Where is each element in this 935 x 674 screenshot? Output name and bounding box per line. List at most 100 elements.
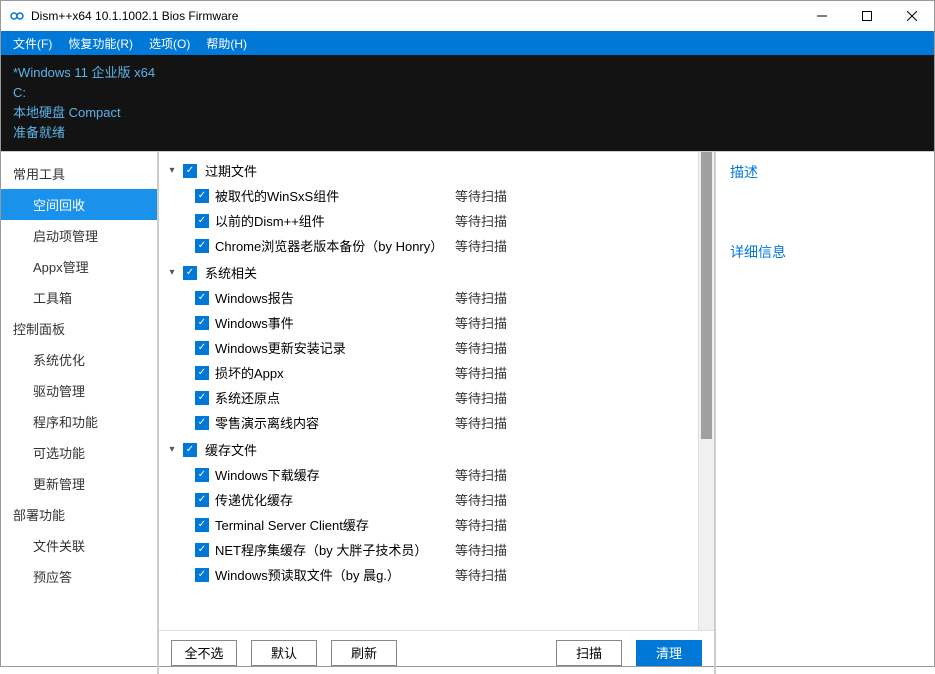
info-panel: *Windows 11 企业版 x64 C: 本地硬盘 Compact 准备就绪 xyxy=(1,55,934,151)
nav-item[interactable]: 空间回收 xyxy=(1,189,157,220)
tree-item[interactable]: 零售演示离线内容等待扫描 xyxy=(165,410,698,435)
tree-group-header[interactable]: ▾ 缓存文件 xyxy=(165,437,698,462)
item-label: 系统还原点 xyxy=(215,388,455,407)
tree-item[interactable]: 传递优化缓存等待扫描 xyxy=(165,487,698,512)
collapse-icon[interactable]: ▾ xyxy=(165,444,179,455)
collapse-icon[interactable]: ▾ xyxy=(165,267,179,278)
nav-item[interactable]: 程序和功能 xyxy=(1,406,157,437)
scrollbar-thumb[interactable] xyxy=(701,152,712,439)
item-status: 等待扫描 xyxy=(455,338,555,357)
nav-item[interactable]: 启动项管理 xyxy=(1,220,157,251)
item-status: 等待扫描 xyxy=(455,515,555,534)
right-panel: 描述 详细信息 xyxy=(714,152,934,674)
menu-item-3[interactable]: 帮助(H) xyxy=(198,31,255,55)
item-label: 以前的Dism++组件 xyxy=(215,211,455,230)
tree-item[interactable]: Windows报告等待扫描 xyxy=(165,285,698,310)
os-info: *Windows 11 企业版 x64 xyxy=(13,63,934,83)
item-checkbox[interactable] xyxy=(195,239,209,253)
group-checkbox[interactable] xyxy=(183,266,197,280)
item-checkbox[interactable] xyxy=(195,391,209,405)
item-checkbox[interactable] xyxy=(195,568,209,582)
maximize-button[interactable] xyxy=(844,1,889,31)
nav-item[interactable]: 驱动管理 xyxy=(1,375,157,406)
nav-item[interactable]: 可选功能 xyxy=(1,437,157,468)
refresh-button[interactable]: 刷新 xyxy=(331,640,397,666)
collapse-icon[interactable]: ▾ xyxy=(165,165,179,176)
item-checkbox[interactable] xyxy=(195,416,209,430)
item-checkbox[interactable] xyxy=(195,341,209,355)
group-checkbox[interactable] xyxy=(183,164,197,178)
item-label: Windows事件 xyxy=(215,313,455,332)
tree-group-header[interactable]: ▾系统相关 xyxy=(165,260,698,285)
drive-info: C: xyxy=(13,83,934,103)
tree-item[interactable]: 损坏的Appx等待扫描 xyxy=(165,360,698,385)
menubar: 文件(F)恢复功能(R)选项(O)帮助(H) xyxy=(1,31,934,55)
item-status: 等待扫描 xyxy=(455,313,555,332)
item-checkbox[interactable] xyxy=(195,189,209,203)
item-status: 等待扫描 xyxy=(455,363,555,382)
item-status: 等待扫描 xyxy=(455,236,555,255)
item-status: 等待扫描 xyxy=(455,413,555,432)
minimize-button[interactable] xyxy=(799,1,844,31)
item-checkbox[interactable] xyxy=(195,493,209,507)
tree-item[interactable]: 系统还原点等待扫描 xyxy=(165,385,698,410)
item-label: 零售演示离线内容 xyxy=(215,413,455,432)
titlebar: Dism++x64 10.1.1002.1 Bios Firmware xyxy=(1,1,934,31)
item-checkbox[interactable] xyxy=(195,366,209,380)
scan-button[interactable]: 扫描 xyxy=(556,640,622,666)
deselect-all-button[interactable]: 全不选 xyxy=(171,640,237,666)
nav-item[interactable]: 系统优化 xyxy=(1,344,157,375)
tree-item[interactable]: Windows事件等待扫描 xyxy=(165,310,698,335)
item-label: NET程序集缓存（by 大胖子技术员） xyxy=(215,540,455,559)
clean-button[interactable]: 清理 xyxy=(636,640,702,666)
nav-item[interactable]: 工具箱 xyxy=(1,282,157,313)
item-checkbox[interactable] xyxy=(195,316,209,330)
nav-group: 常用工具 xyxy=(1,158,157,189)
group-checkbox[interactable] xyxy=(183,443,197,457)
tree-item[interactable]: Chrome浏览器老版本备份（by Honry）等待扫描 xyxy=(165,233,698,258)
tree-group-header[interactable]: ▾ 过期文件 xyxy=(165,158,698,183)
scrollbar[interactable] xyxy=(698,152,714,630)
status-info: 准备就绪 xyxy=(13,123,934,143)
item-checkbox[interactable] xyxy=(195,214,209,228)
item-checkbox[interactable] xyxy=(195,518,209,532)
tree-item[interactable]: Terminal Server Client缓存等待扫描 xyxy=(165,512,698,537)
item-status: 等待扫描 xyxy=(455,490,555,509)
tree-item[interactable]: 被取代的WinSxS组件等待扫描 xyxy=(165,183,698,208)
nav-group: 控制面板 xyxy=(1,313,157,344)
tree-item[interactable]: Windows预读取文件（by 晨g.）等待扫描 xyxy=(165,562,698,587)
menu-item-2[interactable]: 选项(O) xyxy=(141,31,198,55)
item-status: 等待扫描 xyxy=(455,211,555,230)
disk-info: 本地硬盘 Compact xyxy=(13,103,934,123)
item-checkbox[interactable] xyxy=(195,543,209,557)
details-header: 详细信息 xyxy=(730,242,920,262)
nav-item[interactable]: 文件关联 xyxy=(1,530,157,561)
item-status: 等待扫描 xyxy=(455,186,555,205)
item-checkbox[interactable] xyxy=(195,468,209,482)
item-status: 等待扫描 xyxy=(455,540,555,559)
tree-item[interactable]: NET程序集缓存（by 大胖子技术员）等待扫描 xyxy=(165,537,698,562)
item-status: 等待扫描 xyxy=(455,288,555,307)
nav-item[interactable]: 更新管理 xyxy=(1,468,157,499)
group-label: 缓存文件 xyxy=(205,440,257,459)
app-icon xyxy=(9,8,25,24)
nav-group: 部署功能 xyxy=(1,499,157,530)
group-label: 过期文件 xyxy=(205,161,257,180)
tree-item[interactable]: Windows下载缓存等待扫描 xyxy=(165,462,698,487)
tree-item[interactable]: Windows更新安装记录等待扫描 xyxy=(165,335,698,360)
item-status: 等待扫描 xyxy=(455,465,555,484)
close-button[interactable] xyxy=(889,1,934,31)
item-checkbox[interactable] xyxy=(195,291,209,305)
nav-item[interactable]: 预应答 xyxy=(1,561,157,592)
item-label: Windows更新安装记录 xyxy=(215,338,455,357)
default-button[interactable]: 默认 xyxy=(251,640,317,666)
main-area: 常用工具空间回收启动项管理Appx管理工具箱控制面板系统优化驱动管理程序和功能可… xyxy=(1,151,934,674)
menu-item-0[interactable]: 文件(F) xyxy=(5,31,60,55)
sidebar: 常用工具空间回收启动项管理Appx管理工具箱控制面板系统优化驱动管理程序和功能可… xyxy=(1,152,159,674)
menu-item-1[interactable]: 恢复功能(R) xyxy=(60,31,141,55)
tree-list: ▾过期文件被取代的WinSxS组件等待扫描以前的Dism++组件等待扫描Chro… xyxy=(159,152,698,630)
tree-item[interactable]: 以前的Dism++组件等待扫描 xyxy=(165,208,698,233)
item-label: 传递优化缓存 xyxy=(215,490,455,509)
nav-item[interactable]: Appx管理 xyxy=(1,251,157,282)
description-header: 描述 xyxy=(730,162,920,182)
